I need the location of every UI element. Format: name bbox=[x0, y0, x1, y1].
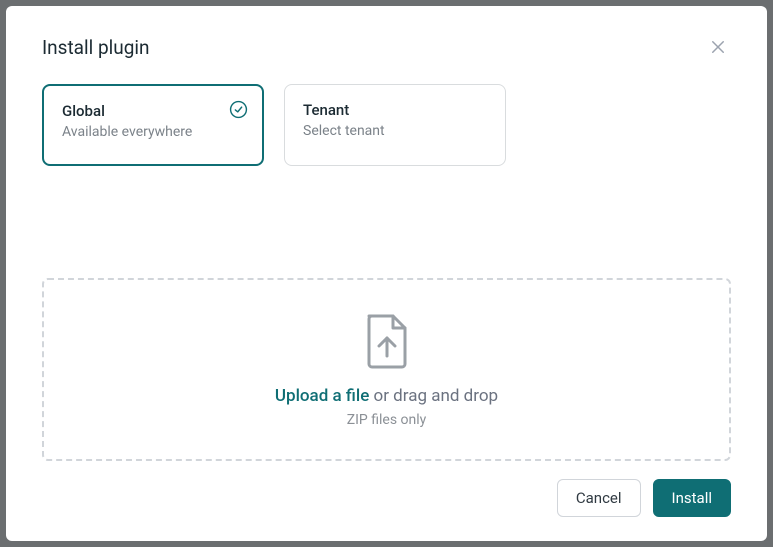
scope-tenant-subtitle: Select tenant bbox=[303, 123, 487, 139]
modal-footer: Cancel Install bbox=[42, 461, 731, 517]
close-icon bbox=[709, 38, 727, 56]
cancel-button[interactable]: Cancel bbox=[557, 479, 641, 517]
file-dropzone[interactable]: Upload a file or drag and drop ZIP files… bbox=[42, 278, 731, 461]
dropzone-rest-text: or drag and drop bbox=[369, 386, 498, 406]
scope-options: Global Available everywhere Tenant Selec… bbox=[42, 84, 731, 166]
scope-global-title: Global bbox=[62, 102, 244, 120]
close-button[interactable] bbox=[705, 34, 731, 60]
install-button[interactable]: Install bbox=[653, 479, 731, 517]
install-plugin-modal: Install plugin Global Available everywhe… bbox=[6, 6, 767, 541]
dropzone-subtext: ZIP files only bbox=[347, 412, 427, 428]
dropzone-text: Upload a file or drag and drop bbox=[275, 386, 498, 406]
upload-file-link[interactable]: Upload a file bbox=[275, 386, 369, 406]
scope-option-tenant[interactable]: Tenant Select tenant bbox=[284, 84, 506, 166]
scope-tenant-title: Tenant bbox=[303, 101, 487, 119]
scope-option-global[interactable]: Global Available everywhere bbox=[42, 84, 264, 166]
check-circle-icon bbox=[229, 100, 248, 123]
modal-header: Install plugin bbox=[42, 34, 731, 60]
modal-title: Install plugin bbox=[42, 36, 150, 59]
scope-global-subtitle: Available everywhere bbox=[62, 124, 244, 140]
file-upload-icon bbox=[363, 312, 411, 374]
